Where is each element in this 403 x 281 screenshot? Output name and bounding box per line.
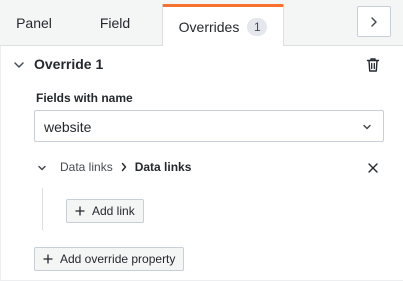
tab-bar: Panel Field Overrides 1 (0, 0, 403, 47)
tab-panel[interactable]: Panel (0, 0, 68, 46)
plus-icon (43, 254, 53, 264)
property-name: Data links (134, 160, 192, 174)
add-override-property-label: Add override property (60, 252, 176, 266)
trash-icon[interactable] (364, 56, 382, 74)
tabs-scroll-right-button[interactable] (357, 6, 391, 37)
overrides-count-badge: 1 (247, 18, 268, 36)
field-name-select-value: website (44, 119, 92, 135)
plus-icon (75, 206, 85, 216)
chevron-right-icon (121, 162, 126, 172)
matcher-label: Fields with name (36, 91, 133, 105)
override-title: Override 1 (34, 56, 104, 72)
add-override-property-button[interactable]: Add override property (34, 247, 185, 271)
property-breadcrumb: Data links Data links (60, 160, 191, 174)
tab-overrides[interactable]: Overrides 1 (162, 4, 284, 47)
tab-field[interactable]: Field (68, 0, 162, 46)
tab-field-label: Field (99, 15, 131, 31)
add-link-label: Add link (92, 204, 135, 218)
chevron-down-icon[interactable] (12, 58, 26, 72)
field-name-select[interactable]: website (34, 110, 384, 142)
add-link-button[interactable]: Add link (66, 199, 144, 223)
property-body-indent-line (42, 188, 43, 230)
chevron-right-icon (371, 16, 377, 27)
tab-panel-label: Panel (16, 15, 52, 31)
chevron-down-icon (363, 124, 371, 130)
override-panel: Override 1 Fields with name website Data… (0, 46, 403, 281)
close-icon[interactable] (366, 161, 380, 175)
override-property-header: Data links Data links (34, 158, 384, 180)
override-header[interactable]: Override 1 (0, 46, 403, 84)
property-category: Data links (60, 160, 113, 174)
tab-overrides-label: Overrides (178, 19, 240, 35)
chevron-down-icon[interactable] (36, 162, 48, 174)
